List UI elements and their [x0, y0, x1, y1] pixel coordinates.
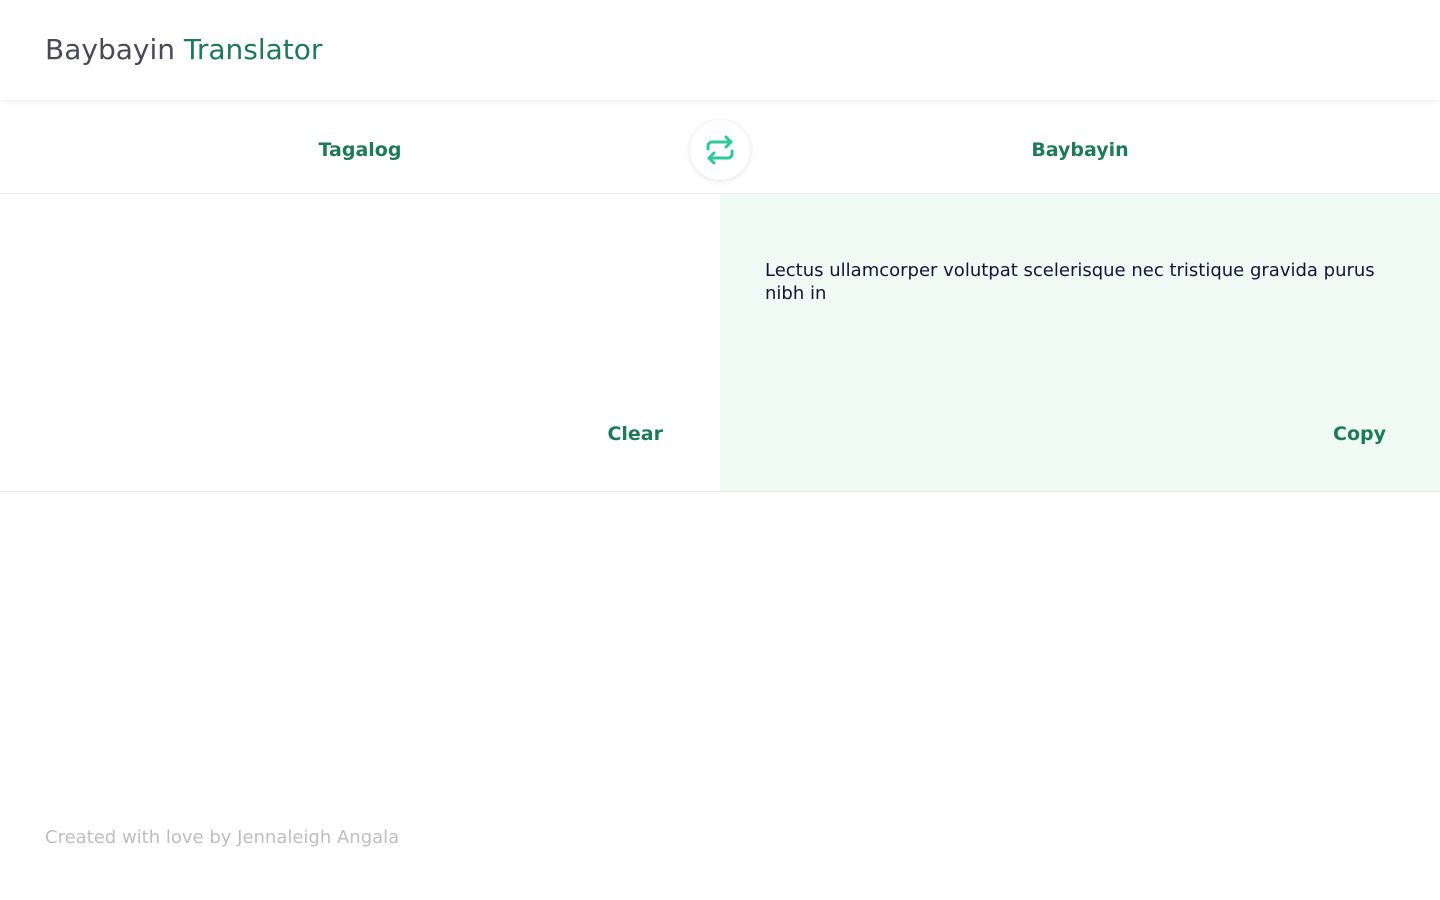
input-panel: Clear: [0, 195, 720, 491]
target-language-label[interactable]: Baybayin: [720, 100, 1440, 200]
source-text-input[interactable]: [45, 255, 675, 405]
clear-button[interactable]: Clear: [607, 422, 663, 446]
translated-text: Lectus ullamcorper volutpat scelerisque …: [765, 260, 1375, 304]
translation-panels: Clear Lectus ullamcorper volutpat sceler…: [0, 195, 1440, 492]
copy-button[interactable]: Copy: [1333, 422, 1386, 446]
app-title-accent: Translator: [183, 33, 323, 66]
output-panel: Lectus ullamcorper volutpat scelerisque …: [720, 195, 1440, 491]
app-header: Baybayin Translator: [0, 0, 1440, 100]
app-title-primary: Baybayin: [45, 33, 175, 66]
app-title: Baybayin Translator: [45, 33, 322, 67]
footer-credit: Created with love by Jennaleigh Angala: [45, 827, 400, 848]
language-bar: Tagalog Baybayin: [0, 100, 1440, 194]
source-language-label[interactable]: Tagalog: [0, 100, 720, 200]
